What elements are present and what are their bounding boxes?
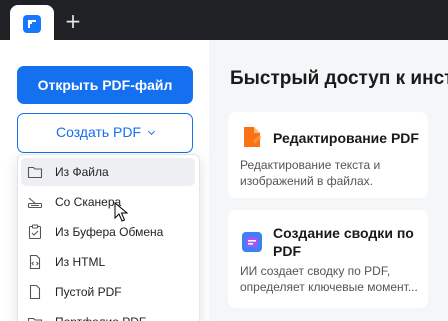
card-description: изображений в файлах. — [240, 174, 374, 188]
card-description: Редактирование текста и — [240, 158, 381, 172]
clipboard-icon — [28, 224, 42, 240]
sidebar: Открыть PDF-файл Создать PDF Из Файла Со… — [0, 40, 209, 321]
menu-item-label: Из Файла — [55, 165, 109, 179]
menu-item-label: Со Сканера — [55, 195, 122, 209]
ai-summary-card[interactable]: Создание сводки по PDF ИИ создает сводку… — [228, 210, 428, 308]
app-content: Открыть PDF-файл Создать PDF Из Файла Со… — [0, 40, 448, 321]
menu-item-label: Из Буфера Обмена — [55, 225, 164, 239]
card-title: Редактирование PDF — [273, 130, 419, 146]
main-panel: Быстрый доступ к инст Редактирование PDF… — [209, 40, 448, 321]
portfolio-icon — [27, 317, 43, 321]
mouse-cursor-icon — [114, 202, 128, 222]
new-tab-button[interactable]: + — [62, 10, 84, 32]
quick-access-heading: Быстрый доступ к инст — [230, 68, 448, 89]
scanner-icon — [27, 197, 43, 209]
menu-item-from-file[interactable]: Из Файла — [21, 158, 195, 186]
html-file-icon — [29, 254, 41, 270]
chevron-down-icon — [148, 127, 156, 136]
menu-item-from-clipboard[interactable]: Из Буфера Обмена — [21, 218, 195, 246]
menu-item-label: Портфолио PDF — [55, 308, 146, 321]
app-tab[interactable] — [10, 5, 54, 40]
edit-pdf-icon — [244, 127, 261, 147]
card-description: определяет ключевые момент... — [240, 280, 418, 294]
create-pdf-menu: Из Файла Со Сканера Из Буфера Обмена Из … — [17, 154, 200, 321]
menu-item-pdf-portfolio[interactable]: Портфолио PDF — [21, 308, 195, 321]
menu-item-from-html[interactable]: Из HTML — [21, 248, 195, 276]
create-pdf-button[interactable]: Создать PDF — [17, 113, 193, 153]
card-title: Создание сводки по — [273, 225, 414, 241]
menu-item-label: Пустой PDF — [55, 285, 122, 299]
create-pdf-label: Создать PDF — [55, 124, 142, 140]
menu-item-label: Из HTML — [55, 255, 106, 269]
menu-item-blank-pdf[interactable]: Пустой PDF — [21, 278, 195, 306]
title-bar: + — [0, 0, 448, 40]
folder-icon — [27, 166, 43, 179]
pdf-app-logo-icon — [23, 15, 41, 33]
open-pdf-button[interactable]: Открыть PDF-файл — [17, 66, 193, 104]
card-description: ИИ создает сводку по PDF, — [240, 264, 391, 278]
ai-summary-icon — [242, 232, 262, 252]
card-title: PDF — [273, 243, 301, 259]
menu-item-from-scanner[interactable]: Со Сканера — [21, 188, 195, 216]
blank-page-icon — [29, 284, 41, 300]
edit-pdf-card[interactable]: Редактирование PDF Редактирование текста… — [228, 112, 428, 198]
